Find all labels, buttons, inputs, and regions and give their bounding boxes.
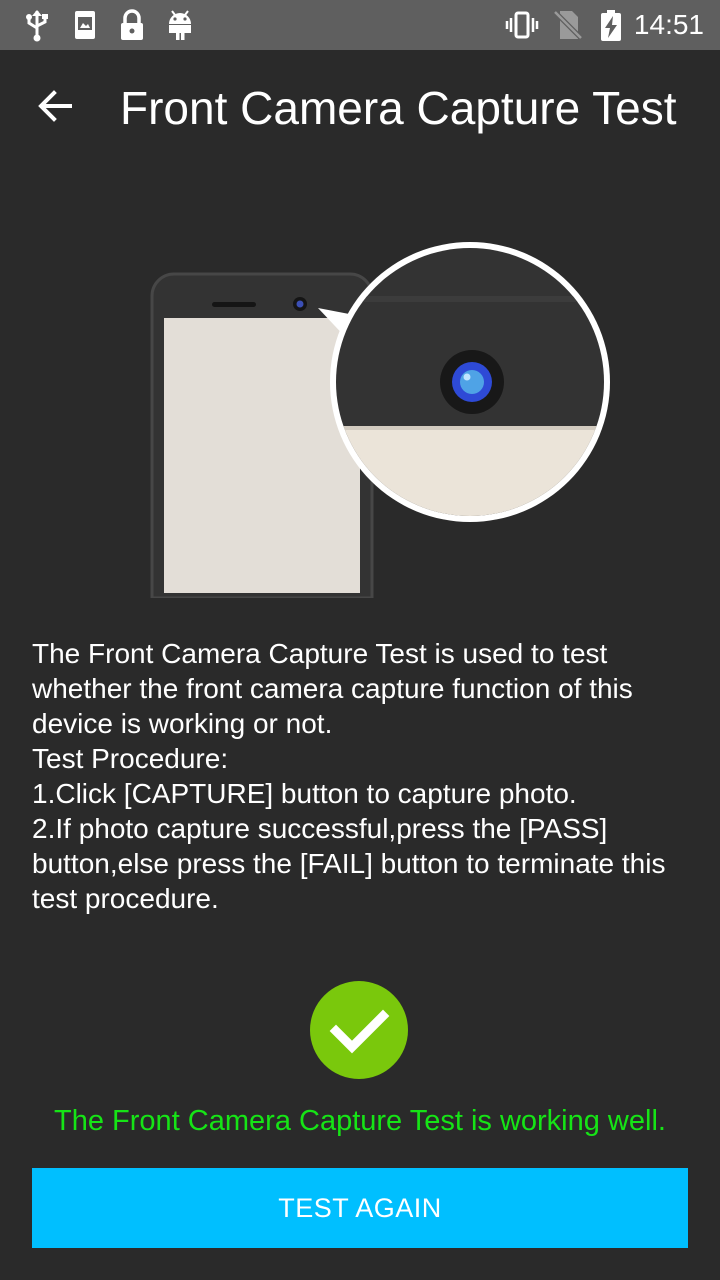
status-time: 14:51: [633, 9, 704, 40]
check-circle-icon: [310, 981, 408, 1079]
app-bar: Front Camera Capture Test: [0, 50, 720, 164]
android-icon: [169, 10, 191, 40]
description-intro: The Front Camera Capture Test is used to…: [32, 638, 633, 739]
procedure-heading: Test Procedure:: [32, 743, 229, 774]
status-bar: 14:51: [0, 0, 720, 50]
arrow-back-icon: [38, 90, 72, 122]
usb-icon: [26, 10, 48, 42]
procedure-step-2: 2.If photo capture successful,press the …: [32, 813, 666, 914]
screenshot-icon: [75, 11, 95, 39]
test-again-button[interactable]: TEST AGAIN: [32, 1168, 688, 1248]
page-title: Front Camera Capture Test: [120, 82, 677, 134]
vibrate-icon: [505, 11, 539, 39]
phone-speaker: [212, 302, 256, 307]
back-button[interactable]: [24, 74, 88, 138]
lock-icon: [121, 9, 143, 40]
test-description: The Front Camera Capture Test is used to…: [32, 636, 692, 916]
front-camera-illustration: [150, 242, 610, 598]
procedure-step-1: 1.Click [CAPTURE] button to capture phot…: [32, 778, 577, 809]
no-sim-icon: [553, 10, 583, 40]
result-message: The Front Camera Capture Test is working…: [54, 1105, 666, 1137]
phone-screen: [164, 318, 360, 593]
battery-charging-icon: [601, 10, 621, 41]
